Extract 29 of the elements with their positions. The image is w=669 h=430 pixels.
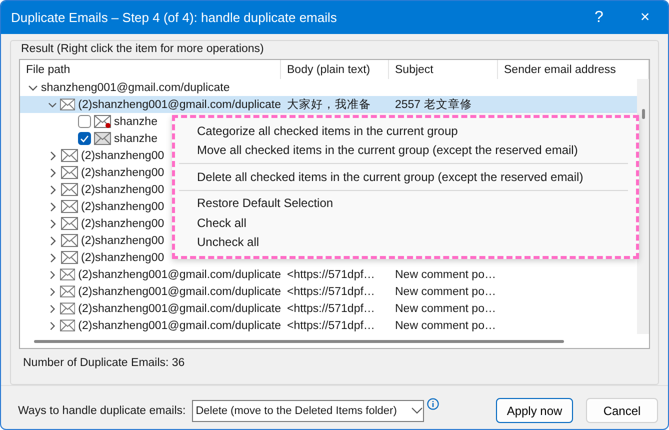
file-path-text: (2)shanzheng00	[81, 200, 164, 213]
body-text: <https://571dpf…	[286, 268, 376, 281]
subject-text: New comment po…	[394, 320, 497, 332]
file-path-text: (2)shanzheng001@gmail.com/duplicate	[78, 268, 281, 281]
file-path-text: (2)shanzheng00	[81, 150, 164, 162]
file-path-text: shanzhe	[114, 132, 158, 145]
body-text: 大家好，我准备	[286, 97, 372, 112]
body-text: <https://571dpf…	[286, 320, 376, 332]
handle-method-label: Ways to handle duplicate emails:	[18, 404, 186, 416]
duplicate-count-text: Number of Duplicate Emails: 36	[23, 357, 186, 371]
file-path-text: (2)shanzheng00	[81, 166, 164, 179]
file-path-text: (2)shanzheng00	[81, 252, 164, 264]
subject-text: 2557 老文章修	[394, 97, 473, 112]
file-path-text: shanzhe	[114, 116, 158, 128]
file-path-text: (2)shanzheng00	[81, 234, 164, 247]
file-path-text: (2)shanzheng001@gmail.com/duplicate	[78, 286, 281, 298]
folder-path-text: shanzheng001@gmail.com/duplicate	[41, 82, 230, 94]
window-title: Duplicate Emails – Step 4 (of 4): handle duplicate emails	[11, 10, 338, 25]
subject-text: New comment po…	[394, 286, 497, 298]
subject-text: New comment po…	[394, 302, 497, 315]
file-path-text: (2)shanzheng00	[81, 218, 164, 230]
group-label: Result (Right click the item for more operations)	[21, 43, 265, 55]
file-path-text: (2)shanzheng001@gmail.com/duplicate	[78, 98, 281, 111]
file-path-text: (2)shanzheng001@gmail.com/duplicate	[78, 302, 281, 315]
file-path-text: (2)shanzheng001@gmail.com/duplicate	[78, 320, 281, 332]
subject-text: New comment po…	[394, 268, 497, 281]
file-path-text: (2)shanzheng00	[81, 184, 164, 196]
body-text: <https://571dpf…	[286, 302, 376, 315]
body-text: <https://571dpf…	[286, 286, 376, 298]
